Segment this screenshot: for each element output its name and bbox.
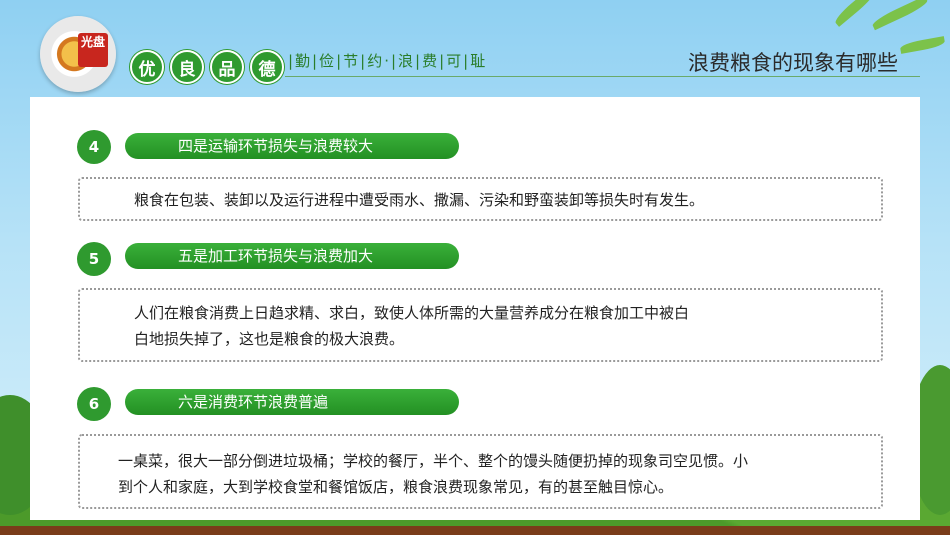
bamboo-leaf-icon xyxy=(870,0,930,31)
badge: 优 xyxy=(130,50,164,84)
description-line: 到个人和家庭，大到学校食堂和餐馆饭店，粮食浪费现象常见，有的甚至触目惊心。 xyxy=(118,478,674,496)
item-number: 5 xyxy=(77,242,111,276)
item-description: 一桌菜，很大一部分倒进垃圾桶；学校的餐厅，半个、整个的馒头随便扔掉的现象司空见惯… xyxy=(78,434,883,509)
description-line: 白地损失掉了，这也是粮食的极大浪费。 xyxy=(134,330,405,348)
description-line: 人们在粮食消费上日趋求精、求白，致使人体所需的大量营养成分在粮食加工中被白 xyxy=(134,304,690,322)
ground-strip xyxy=(0,526,950,535)
item-description: 粮食在包装、装卸以及运行进程中遭受雨水、撒漏、污染和野蛮装卸等损失时有发生。 xyxy=(78,177,883,221)
subtitle: |勤|俭|节|约·|浪|费|可|耻 xyxy=(288,52,488,70)
bamboo-leaf-icon xyxy=(832,0,878,27)
title-divider xyxy=(285,76,920,77)
badge-row: 优 良 品 德 xyxy=(130,50,284,84)
badge: 德 xyxy=(250,50,284,84)
item-description: 人们在粮食消费上日趋求精、求白，致使人体所需的大量营养成分在粮食加工中被白 白地… xyxy=(78,288,883,362)
description-line: 一桌菜，很大一部分倒进垃圾桶；学校的餐厅，半个、整个的馒头随便扔掉的现象司空见惯… xyxy=(118,452,749,470)
logo-stamp: 光盘 xyxy=(78,33,108,67)
item-heading: 四是运输环节损失与浪费较大 xyxy=(125,133,459,159)
item-heading: 五是加工环节损失与浪费加大 xyxy=(125,243,459,269)
page-title: 浪费粮食的现象有哪些 xyxy=(688,51,898,75)
badge: 良 xyxy=(170,50,204,84)
item-number: 4 xyxy=(77,130,111,164)
item-heading: 六是消费环节浪费普遍 xyxy=(125,389,459,415)
item-number: 6 xyxy=(77,387,111,421)
content-panel: 4 四是运输环节损失与浪费较大 粮食在包装、装卸以及运行进程中遭受雨水、撒漏、污… xyxy=(30,97,920,520)
description-line: 粮食在包装、装卸以及运行进程中遭受雨水、撒漏、污染和野蛮装卸等损失时有发生。 xyxy=(134,191,705,209)
badge: 品 xyxy=(210,50,244,84)
bamboo-leaf-icon xyxy=(899,36,946,54)
